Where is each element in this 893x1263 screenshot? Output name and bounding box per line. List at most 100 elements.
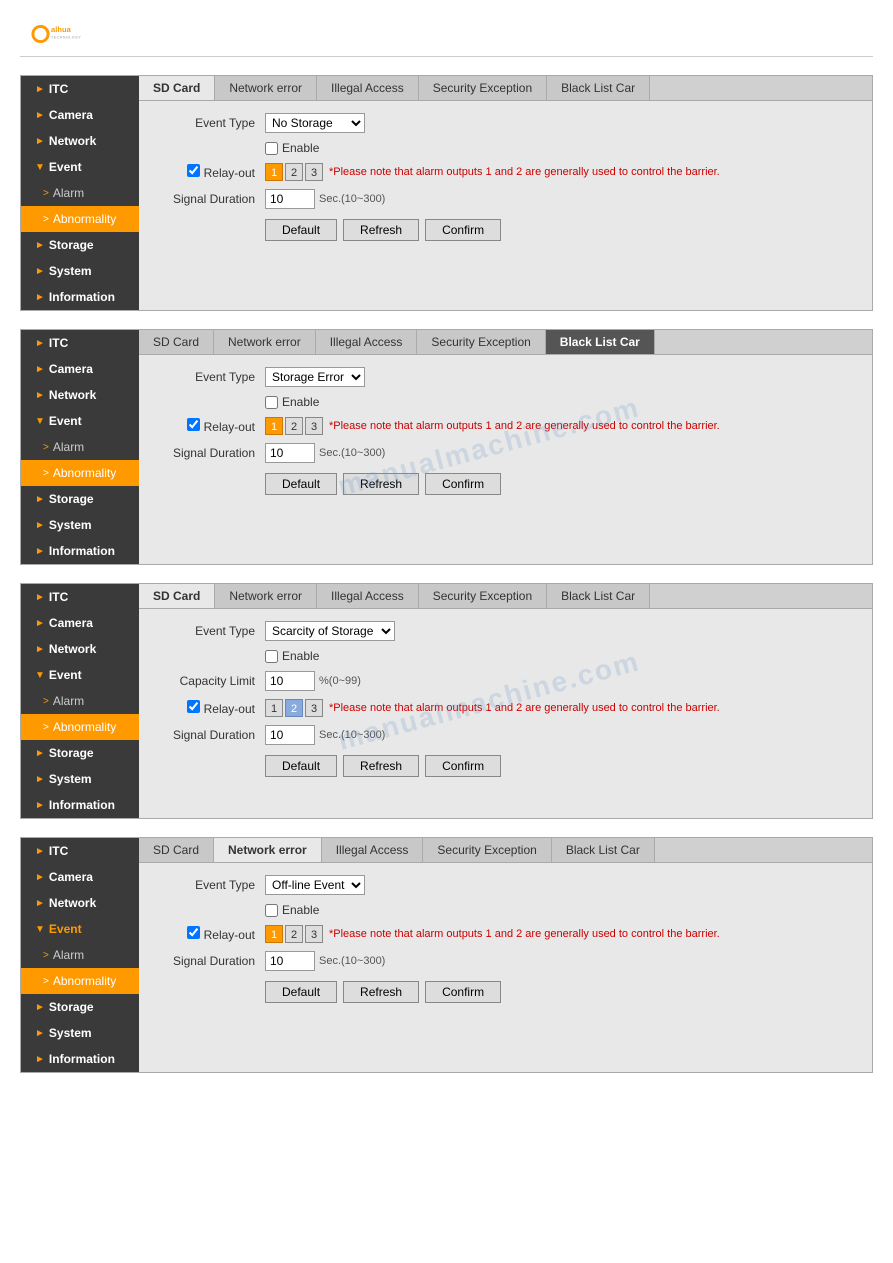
relay-btn-3[interactable]: 3 bbox=[305, 417, 323, 435]
capacity-input[interactable] bbox=[265, 671, 315, 691]
tab-illegalaccess[interactable]: Illegal Access bbox=[317, 76, 419, 100]
sidebar-event[interactable]: ▼ Event bbox=[21, 154, 139, 180]
tab-sdcard[interactable]: SD Card bbox=[139, 584, 215, 608]
sidebar-abnormality[interactable]: > Abnormality bbox=[21, 714, 139, 740]
confirm-button[interactable]: Confirm bbox=[425, 755, 501, 777]
sidebar-label: Storage bbox=[49, 746, 94, 760]
tab-sdcard[interactable]: SD Card bbox=[139, 838, 214, 862]
tab-blacklistcar[interactable]: Black List Car bbox=[547, 76, 650, 100]
default-button[interactable]: Default bbox=[265, 981, 337, 1003]
relay-btn-3[interactable]: 3 bbox=[305, 699, 323, 717]
sidebar-system[interactable]: ► System bbox=[21, 512, 139, 538]
tab-networkerror[interactable]: Network error bbox=[214, 330, 316, 354]
tab-illegalaccess[interactable]: Illegal Access bbox=[316, 330, 418, 354]
sidebar-abnormality[interactable]: > Abnormality bbox=[21, 968, 139, 994]
relay-btn-1[interactable]: 1 bbox=[265, 163, 283, 181]
sidebar-camera[interactable]: ► Camera bbox=[21, 102, 139, 128]
refresh-button[interactable]: Refresh bbox=[343, 981, 419, 1003]
enable-checkbox[interactable] bbox=[265, 396, 278, 409]
tab-networkerror[interactable]: Network error bbox=[215, 584, 317, 608]
sidebar-event[interactable]: ▼ Event bbox=[21, 408, 139, 434]
sidebar-system[interactable]: ► System bbox=[21, 258, 139, 284]
tab-securityexception[interactable]: Security Exception bbox=[423, 838, 551, 862]
relay-btn-3[interactable]: 3 bbox=[305, 925, 323, 943]
enable-checkbox[interactable] bbox=[265, 904, 278, 917]
event-type-select[interactable]: No Storage Storage Error Scarcity of Sto… bbox=[265, 113, 365, 133]
event-type-select[interactable]: No Storage Storage Error Scarcity of Sto… bbox=[265, 367, 365, 387]
refresh-button[interactable]: Refresh bbox=[343, 219, 419, 241]
sidebar-storage[interactable]: ► Storage bbox=[21, 232, 139, 258]
sidebar-alarm[interactable]: > Alarm bbox=[21, 180, 139, 206]
sidebar-itc[interactable]: ► ITC bbox=[21, 76, 139, 102]
tab-securityexception[interactable]: Security Exception bbox=[417, 330, 545, 354]
sidebar-itc[interactable]: ► ITC bbox=[21, 838, 139, 864]
relayout-checkbox[interactable] bbox=[187, 926, 200, 939]
arrow-icon: > bbox=[43, 976, 49, 987]
sidebar-alarm[interactable]: > Alarm bbox=[21, 942, 139, 968]
signal-duration-input[interactable] bbox=[265, 189, 315, 209]
relay-btn-2[interactable]: 2 bbox=[285, 925, 303, 943]
enable-checkbox[interactable] bbox=[265, 650, 278, 663]
sidebar-alarm[interactable]: > Alarm bbox=[21, 688, 139, 714]
sidebar-network[interactable]: ► Network bbox=[21, 636, 139, 662]
sidebar-camera[interactable]: ► Camera bbox=[21, 864, 139, 890]
tab-illegalaccess[interactable]: Illegal Access bbox=[322, 838, 424, 862]
refresh-button[interactable]: Refresh bbox=[343, 473, 419, 495]
relay-btn-3[interactable]: 3 bbox=[305, 163, 323, 181]
relay-btn-1[interactable]: 1 bbox=[265, 925, 283, 943]
sidebar-abnormality[interactable]: > Abnormality bbox=[21, 460, 139, 486]
tab-securityexception[interactable]: Security Exception bbox=[419, 584, 547, 608]
tab-networkerror[interactable]: Network error bbox=[215, 76, 317, 100]
tab-blacklistcar[interactable]: Black List Car bbox=[547, 584, 650, 608]
default-button[interactable]: Default bbox=[265, 473, 337, 495]
sidebar-information[interactable]: ► Information bbox=[21, 538, 139, 564]
signal-duration-input[interactable] bbox=[265, 951, 315, 971]
relay-btn-1[interactable]: 1 bbox=[265, 699, 283, 717]
relay-btn-2[interactable]: 2 bbox=[285, 417, 303, 435]
default-button[interactable]: Default bbox=[265, 219, 337, 241]
refresh-button[interactable]: Refresh bbox=[343, 755, 419, 777]
event-type-select[interactable]: No Storage Storage Error Scarcity of Sto… bbox=[265, 875, 365, 895]
sidebar-alarm[interactable]: > Alarm bbox=[21, 434, 139, 460]
relay-btn-2[interactable]: 2 bbox=[285, 699, 303, 717]
confirm-button[interactable]: Confirm bbox=[425, 473, 501, 495]
sidebar-storage[interactable]: ► Storage bbox=[21, 994, 139, 1020]
signal-duration-input[interactable] bbox=[265, 443, 315, 463]
signal-duration-input[interactable] bbox=[265, 725, 315, 745]
enable-checkbox[interactable] bbox=[265, 142, 278, 155]
sidebar-storage[interactable]: ► Storage bbox=[21, 486, 139, 512]
sidebar-system[interactable]: ► System bbox=[21, 766, 139, 792]
tab-blacklistcar[interactable]: Black List Car bbox=[546, 330, 655, 354]
tab-securityexception[interactable]: Security Exception bbox=[419, 76, 547, 100]
tab-sdcard[interactable]: SD Card bbox=[139, 76, 215, 100]
sidebar-information[interactable]: ► Information bbox=[21, 284, 139, 310]
tab-networkerror[interactable]: Network error bbox=[214, 838, 322, 862]
confirm-button[interactable]: Confirm bbox=[425, 981, 501, 1003]
sidebar-itc[interactable]: ► ITC bbox=[21, 330, 139, 356]
panel3-form: Event Type No Storage Storage Error Scar… bbox=[139, 609, 872, 787]
sidebar-event[interactable]: ▼ Event bbox=[21, 916, 139, 942]
tab-sdcard[interactable]: SD Card bbox=[139, 330, 214, 354]
sidebar-abnormality[interactable]: > Abnormality bbox=[21, 206, 139, 232]
relay-btn-1[interactable]: 1 bbox=[265, 417, 283, 435]
sidebar-camera[interactable]: ► Camera bbox=[21, 610, 139, 636]
sidebar-system[interactable]: ► System bbox=[21, 1020, 139, 1046]
tab-illegalaccess[interactable]: Illegal Access bbox=[317, 584, 419, 608]
sidebar-network[interactable]: ► Network bbox=[21, 128, 139, 154]
sidebar-itc[interactable]: ► ITC bbox=[21, 584, 139, 610]
sidebar-storage[interactable]: ► Storage bbox=[21, 740, 139, 766]
sidebar-network[interactable]: ► Network bbox=[21, 382, 139, 408]
relayout-checkbox[interactable] bbox=[187, 700, 200, 713]
sidebar-information[interactable]: ► Information bbox=[21, 1046, 139, 1072]
sidebar-event[interactable]: ▼ Event bbox=[21, 662, 139, 688]
default-button[interactable]: Default bbox=[265, 755, 337, 777]
relay-btn-2[interactable]: 2 bbox=[285, 163, 303, 181]
confirm-button[interactable]: Confirm bbox=[425, 219, 501, 241]
relayout-checkbox[interactable] bbox=[187, 418, 200, 431]
sidebar-information[interactable]: ► Information bbox=[21, 792, 139, 818]
relayout-checkbox[interactable] bbox=[187, 164, 200, 177]
tab-blacklistcar[interactable]: Black List Car bbox=[552, 838, 655, 862]
event-type-select[interactable]: No Storage Storage Error Scarcity of Sto… bbox=[265, 621, 395, 641]
sidebar-network[interactable]: ► Network bbox=[21, 890, 139, 916]
sidebar-camera[interactable]: ► Camera bbox=[21, 356, 139, 382]
